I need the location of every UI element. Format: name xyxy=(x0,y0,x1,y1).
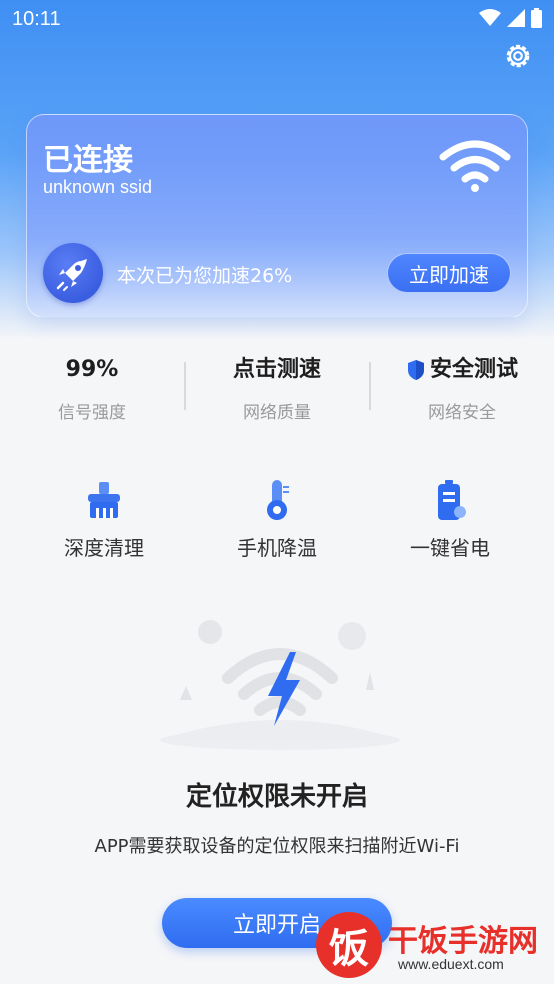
shield-icon xyxy=(407,360,424,380)
tool-deep-clean[interactable]: 深度清理 xyxy=(12,478,196,561)
deep-clean-label: 深度清理 xyxy=(64,536,144,560)
watermark-badge: 饭 xyxy=(316,912,382,978)
rocket-icon xyxy=(43,243,103,303)
speed-test-value[interactable]: 点击测速 xyxy=(185,352,369,388)
watermark-logo: 饭 干饭手游网 www.eduext.com xyxy=(316,912,546,978)
stat-security[interactable]: 安全测试 网络安全 xyxy=(370,352,554,423)
tools-row: 深度清理 手机降温 一键省电 xyxy=(0,478,554,568)
power-save-label: 一键省电 xyxy=(410,536,490,560)
boost-text: 本次已为您加速26% xyxy=(117,265,293,287)
watermark-name: 干饭手游网 xyxy=(388,924,538,959)
wifi-illustration xyxy=(160,620,400,750)
connection-status: 已连接 xyxy=(43,143,133,178)
network-quality-label: 网络质量 xyxy=(243,403,311,423)
stat-speed-test[interactable]: 点击测速 网络质量 xyxy=(185,352,369,423)
cool-down-label: 手机降温 xyxy=(237,536,317,560)
signal-strength-value: 99% xyxy=(65,357,119,382)
security-test-text: 安全测试 xyxy=(429,357,518,382)
battery-status-icon xyxy=(531,8,542,28)
battery-icon xyxy=(438,480,466,520)
security-test-value[interactable]: 安全测试 xyxy=(370,352,554,388)
wifi-icon xyxy=(439,140,511,192)
tool-cool-down[interactable]: 手机降温 xyxy=(185,478,369,561)
signal-strength-label: 信号强度 xyxy=(58,403,126,423)
stat-signal: 99% 信号强度 xyxy=(0,352,184,423)
stats-row: 99% 信号强度 点击测速 网络质量 安全测试 网络安全 xyxy=(0,352,554,432)
signal-icon xyxy=(507,9,525,27)
permission-description: APP需要获取设备的定位权限来扫描附近Wi-Fi xyxy=(94,836,460,857)
status-icons xyxy=(479,8,542,28)
network-security-label: 网络安全 xyxy=(428,403,496,423)
connection-card: 已连接 unknown ssid 本次已为您加速26% 立即加速 xyxy=(26,114,528,318)
settings-gear-icon[interactable] xyxy=(502,40,534,72)
tool-power-save[interactable]: 一键省电 xyxy=(358,478,542,561)
boost-button[interactable]: 立即加速 xyxy=(387,253,511,293)
watermark-url: www.eduext.com xyxy=(398,956,504,972)
wifi-status-icon xyxy=(479,9,501,26)
broom-icon xyxy=(88,482,120,518)
permission-title: 定位权限未开启 xyxy=(185,782,368,812)
status-bar: 10:11 xyxy=(0,0,554,40)
status-time: 10:11 xyxy=(12,8,61,30)
thermometer-icon xyxy=(267,480,289,520)
ssid-label: unknown ssid xyxy=(43,177,153,197)
